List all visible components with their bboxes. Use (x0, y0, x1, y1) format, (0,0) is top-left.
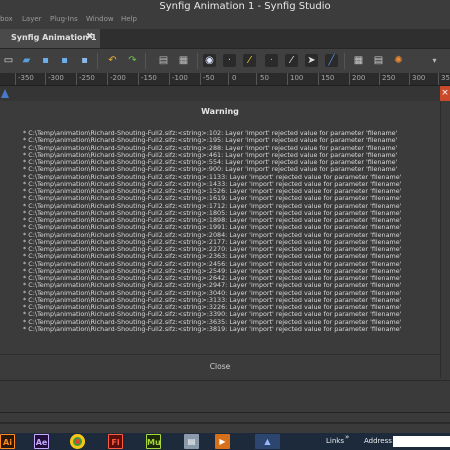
pen-tool-icon[interactable]: ╱ (325, 54, 338, 67)
save-all-icon[interactable]: ▪ (78, 54, 91, 67)
menu-help[interactable]: Help (121, 15, 137, 23)
undo-icon[interactable]: ↶ (106, 54, 119, 67)
dialog-header-strip (0, 86, 450, 101)
after-effects-icon[interactable]: Ae (34, 434, 49, 449)
tab-label: Synfig Animation 1 (11, 33, 97, 42)
menu-layer[interactable]: Layer (22, 15, 42, 23)
close-button[interactable]: Close (0, 362, 440, 371)
dialog-close-icon[interactable]: × (440, 86, 450, 101)
panel-divider (0, 412, 450, 413)
menu-bar: box Layer Plug-Ins Window Help (0, 13, 450, 29)
media-player-icon[interactable]: ▶ (215, 434, 230, 449)
ruler-label: -250 (79, 74, 95, 82)
ruler-label: -150 (141, 74, 157, 82)
onion-skin-icon[interactable]: ◉ (203, 54, 216, 67)
muse-icon[interactable]: Mu (146, 434, 161, 449)
ruler-label: 250 (382, 74, 396, 82)
render-icon[interactable]: ▤ (157, 54, 170, 67)
ruler-label: -350 (18, 74, 34, 82)
chrome-icon[interactable] (70, 434, 85, 449)
preview-icon[interactable]: ▦ (177, 54, 190, 67)
show-grid-icon[interactable]: · (223, 54, 236, 67)
dropdown-icon[interactable]: ▾ (428, 54, 441, 67)
dialog-title: Warning (201, 107, 239, 116)
ruler-label: 150 (321, 74, 335, 82)
toolbar-separator (97, 53, 98, 69)
warning-message-list[interactable]: * C:\Temp\animation\Richard-Shouting-Ful… (23, 130, 438, 348)
ruler-label: -50 (203, 74, 215, 82)
ruler-label: -200 (110, 74, 126, 82)
transform-tool-icon[interactable]: ➤ (305, 54, 318, 67)
redo-icon[interactable]: ↷ (126, 54, 139, 67)
open-file-icon[interactable]: ▰ (20, 54, 33, 67)
snap-grid-icon[interactable]: ⁄ (243, 54, 256, 67)
ruler-label: -100 (172, 74, 188, 82)
layout-icon[interactable]: ▤ (372, 54, 385, 67)
horizontal-ruler: -350 -300 -250 -200 -150 -100 -50 0 50 1… (0, 73, 450, 86)
title-bar: Synfig Animation 1 - Synfig Studio (0, 0, 450, 13)
taskbar: Ai Ae Fl Mu ▤ ▶ ▲ Links » Address (0, 433, 450, 450)
menu-plugins[interactable]: Plug-Ins (50, 15, 78, 23)
panel-divider (0, 422, 450, 424)
new-file-icon[interactable]: ▭ (2, 54, 15, 67)
dialog-divider (0, 354, 440, 355)
save-icon[interactable]: ▪ (39, 54, 52, 67)
toolbar-separator (344, 53, 345, 69)
ruler-label: 100 (290, 74, 304, 82)
grid-view-icon[interactable]: ▦ (352, 54, 365, 67)
show-guides-icon[interactable]: · (265, 54, 278, 67)
menu-toolbox[interactable]: box (0, 15, 13, 23)
chevron-right-icon[interactable]: » (345, 433, 349, 441)
address-label: Address (364, 437, 392, 445)
ruler-label: 0 (232, 74, 237, 82)
book-icon[interactable]: ▤ (184, 434, 199, 449)
toolbar-separator (197, 53, 198, 69)
address-input[interactable] (393, 436, 450, 447)
synfig-icon[interactable]: ▲ (255, 434, 280, 449)
warning-message: * C:\Temp\animation\Richard-Shouting-Ful… (23, 324, 402, 333)
toolbar-separator (145, 53, 146, 69)
tab-close-icon[interactable]: ✖ (86, 32, 94, 42)
ruler-label: -300 (48, 74, 64, 82)
ruler-label: 50 (260, 74, 269, 82)
fire-icon[interactable]: ✺ (392, 54, 405, 67)
synfig-icon (1, 89, 9, 98)
save-as-icon[interactable]: ▪ (58, 54, 71, 67)
links-toolbar[interactable]: Links (326, 437, 344, 445)
warning-dialog: Warning * C:\Temp\animation\Richard-Shou… (0, 101, 441, 378)
ruler-label: 200 (352, 74, 366, 82)
document-tab-bar: Synfig Animation 1 ✖ (0, 29, 450, 49)
menu-window[interactable]: Window (86, 15, 114, 23)
illustrator-icon[interactable]: Ai (0, 434, 15, 449)
timeline-area (0, 378, 450, 433)
ruler-label: 300 (412, 74, 426, 82)
ruler-label: 35 (441, 74, 450, 82)
tab-synfig-animation-1[interactable]: Synfig Animation 1 ✖ (0, 29, 100, 48)
window-title: Synfig Animation 1 - Synfig Studio (159, 1, 331, 12)
snap-guides-icon[interactable]: ⁄ (285, 54, 298, 67)
canvas-toolbar: ▭ ▰ ▪ ▪ ▪ ↶ ↷ ▤ ▦ ◉ · ⁄ · ⁄ ➤ ╱ ▦ ▤ ✺ ▾ (0, 49, 450, 73)
flash-icon[interactable]: Fl (108, 434, 123, 449)
panel-divider (0, 380, 450, 381)
